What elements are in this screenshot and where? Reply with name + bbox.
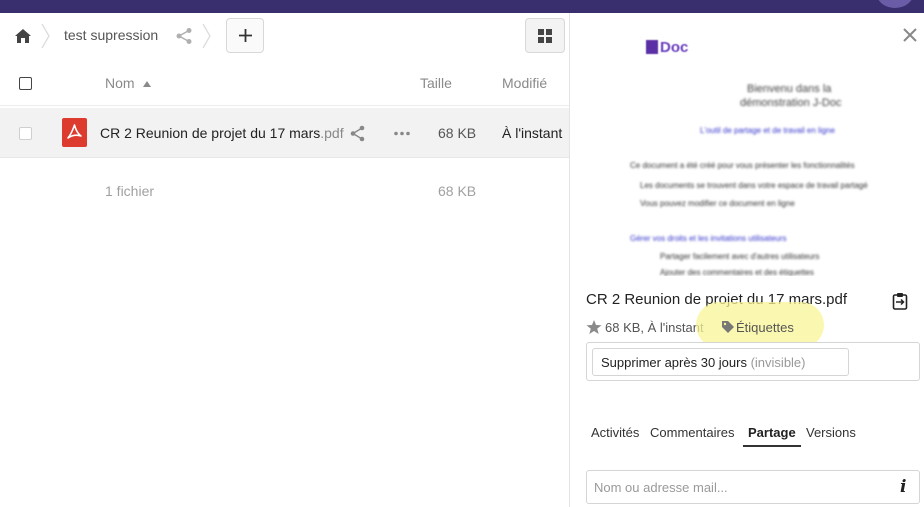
file-name[interactable]: CR 2 Reunion de projet du 17 mars.pdf <box>100 125 344 141</box>
controls-bar: test supression <box>0 13 569 59</box>
preview-line: L'outil de partage et de travail en lign… <box>700 126 835 135</box>
retention-tag[interactable]: Supprimer après 30 jours (invisible) <box>592 348 849 376</box>
file-extension: .pdf <box>320 125 344 141</box>
tags-label: Étiquettes <box>736 320 794 335</box>
size-and-date: 68 KB, À l'instant <box>605 320 704 335</box>
retention-box: Supprimer après 30 jours (invisible) <box>586 342 920 381</box>
column-modified-header[interactable]: Modifié <box>502 75 547 91</box>
file-list-panel: test supression Nom Taille Modifié CR 2 … <box>0 13 569 507</box>
file-preview: Doc Bienvenu dans la démonstration J-Doc… <box>590 13 920 276</box>
breadcrumb-separator-icon <box>202 23 211 49</box>
sidebar-tabs: Activités Commentaires Partage Versions <box>586 422 916 448</box>
preview-line: Partager facilement avec d'autres utilis… <box>660 252 820 261</box>
acrobat-icon <box>67 124 82 139</box>
info-icon[interactable]: i <box>900 477 906 497</box>
top-bar <box>0 0 924 13</box>
file-modified: À l'instant <box>502 125 563 141</box>
grid-view-button[interactable] <box>525 18 565 53</box>
breadcrumb-separator-icon <box>41 23 50 49</box>
home-icon[interactable] <box>14 27 32 45</box>
table-header: Nom Taille Modifié <box>0 61 569 106</box>
pdf-icon <box>62 118 87 147</box>
active-tab-indicator <box>743 445 801 447</box>
preview-line: Bienvenu dans la <box>747 83 832 95</box>
row-share-icon[interactable] <box>349 125 366 142</box>
grid-icon <box>538 29 552 43</box>
file-basename: CR 2 Reunion de projet du 17 mars <box>100 125 321 141</box>
close-icon[interactable] <box>902 27 918 43</box>
add-new-button[interactable] <box>226 18 264 53</box>
preview-logo: Doc <box>646 39 688 56</box>
tag-icon <box>722 321 734 333</box>
preview-line: Ce document a été créé pour vous présent… <box>630 161 855 170</box>
preview-line: Gérer vos droits et les invitations util… <box>630 234 787 243</box>
file-count: 1 fichier <box>105 183 155 199</box>
user-avatar[interactable] <box>876 0 914 8</box>
plus-icon <box>239 29 252 42</box>
retention-label: Supprimer après 30 jours <box>601 355 747 370</box>
row-checkbox[interactable] <box>19 127 32 140</box>
list-summary: 1 fichier 68 KB <box>0 176 569 206</box>
preview-line: démonstration J-Doc <box>740 97 842 109</box>
tab-commentaires[interactable]: Commentaires <box>650 425 735 440</box>
share-icon[interactable] <box>175 27 193 45</box>
retention-note: (invisible) <box>750 355 806 370</box>
preview-line: Les documents se trouvent dans votre esp… <box>640 181 868 190</box>
details-sidebar: Doc Bienvenu dans la démonstration J-Doc… <box>569 13 924 507</box>
preview-line: Ajouter des commentaires et des étiquett… <box>660 268 814 276</box>
column-size-header[interactable]: Taille <box>420 75 452 91</box>
star-icon[interactable] <box>586 319 602 335</box>
select-all-checkbox[interactable] <box>19 77 32 90</box>
sort-ascending-icon <box>143 81 151 87</box>
breadcrumb-folder[interactable]: test supression <box>64 27 158 43</box>
share-recipient-input[interactable] <box>586 470 920 504</box>
column-name-header[interactable]: Nom <box>105 75 135 91</box>
total-size: 68 KB <box>438 183 477 199</box>
tab-partage[interactable]: Partage <box>748 425 796 440</box>
more-options-icon[interactable] <box>393 125 411 142</box>
table-row[interactable]: CR 2 Reunion de projet du 17 mars.pdf 68… <box>0 108 569 158</box>
preview-line: Vous pouvez modifier ce document en lign… <box>640 199 795 208</box>
file-size: 68 KB <box>438 125 477 141</box>
tab-activites[interactable]: Activités <box>591 425 639 440</box>
tab-versions[interactable]: Versions <box>806 425 856 440</box>
clipboard-icon[interactable] <box>892 292 908 310</box>
